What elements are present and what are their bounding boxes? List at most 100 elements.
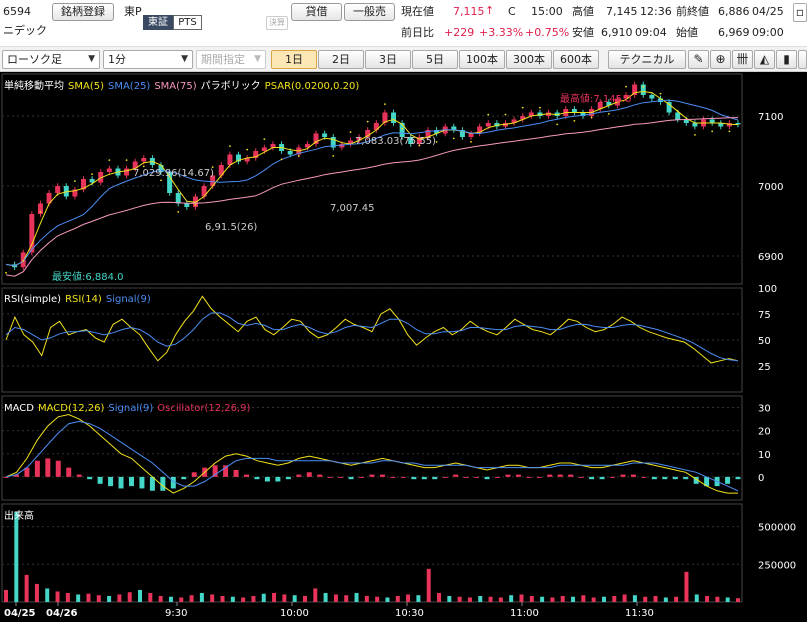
- macd-osc-bar: [620, 474, 626, 477]
- y-tick-price-1: 7000: [758, 182, 783, 193]
- volume-bar: [220, 595, 225, 602]
- legend-rsi-title: RSI(simple): [4, 294, 62, 305]
- macd-osc-bar: [379, 474, 385, 477]
- volume-bar: [34, 583, 39, 602]
- y-tick-price-0: 7100: [758, 112, 783, 123]
- rsi-legend: RSI(simple) RSI(14) Signal(9): [4, 294, 155, 306]
- technical-button[interactable]: テクニカル: [608, 50, 686, 69]
- psar-dot: [452, 137, 455, 140]
- area-chart-icon[interactable]: ◭: [754, 50, 775, 69]
- macd-osc-bar: [139, 476, 145, 489]
- macd-osc-bar: [254, 476, 260, 480]
- current-time: 15:00: [531, 5, 563, 18]
- interval-select[interactable]: 1分 ▼: [103, 50, 193, 69]
- range-1d-button[interactable]: 1日: [271, 50, 317, 69]
- credit-button[interactable]: 貸借: [291, 3, 342, 21]
- volume-bar: [591, 597, 596, 602]
- range-300-button[interactable]: 300本: [506, 50, 552, 69]
- macd-osc-bar: [327, 476, 333, 478]
- candle-body: [175, 193, 181, 204]
- quote-header: 6594 ニデック 銘柄登録 東P 東証 PTS 決算 貸借 一般売 現在値 7…: [0, 0, 807, 46]
- macd-osc-bar: [421, 476, 427, 480]
- macd-osc-bar: [285, 476, 291, 480]
- macd-osc-bar: [536, 476, 542, 478]
- volume-bar: [375, 596, 380, 602]
- window-icon[interactable]: ▫: [793, 3, 807, 22]
- chart-type-select[interactable]: ローソク足 ▼: [2, 50, 100, 69]
- macd-osc-bar: [411, 476, 417, 480]
- tab-tse[interactable]: 東証: [143, 15, 173, 30]
- volume-bar: [457, 596, 462, 602]
- annotation-high: 最高値:7,145.0: [560, 92, 632, 105]
- y-tick-macd-2: 10: [758, 450, 771, 461]
- volume-bar: [302, 595, 307, 602]
- candle-body: [287, 151, 293, 155]
- macd-osc-bar: [474, 476, 480, 478]
- macd-osc-bar: [244, 474, 250, 477]
- volume-bar: [179, 597, 184, 602]
- chart-type-value: ローソク足: [7, 53, 62, 66]
- macd-osc-bar: [275, 476, 281, 482]
- x-tick-label-3: 10:00: [280, 608, 309, 619]
- range-600-button[interactable]: 600本: [553, 50, 599, 69]
- range-100-button[interactable]: 100本: [459, 50, 505, 69]
- period-value: 期間指定: [201, 53, 245, 66]
- macd-osc-bar: [683, 476, 689, 480]
- volume-bar: [643, 596, 648, 602]
- psar-dot: [728, 130, 731, 133]
- general-sell-button[interactable]: 一般売: [344, 3, 395, 21]
- volume-bar: [715, 596, 720, 602]
- macd-osc-bar: [515, 474, 521, 477]
- zoom-icon[interactable]: ⊕: [710, 50, 731, 69]
- period-select[interactable]: 期間指定 ▼: [196, 50, 266, 69]
- chart-area[interactable]: 7100 7000 6900 最高値:7,145.0 最安値:6,884.0 7,029.…: [0, 72, 807, 622]
- current-price-label: 現在値: [401, 5, 434, 18]
- y-tick-macd-3: 0: [758, 473, 764, 484]
- psar-dot: [504, 113, 507, 116]
- psar-dot: [91, 173, 94, 175]
- volume-bar: [364, 595, 369, 602]
- candle-body: [55, 186, 61, 193]
- candle-body: [399, 123, 405, 137]
- range-3d-button[interactable]: 3日: [365, 50, 411, 69]
- change-label: 前日比: [401, 26, 434, 39]
- current-price-flag: C: [508, 5, 516, 18]
- range-5d-button[interactable]: 5日: [412, 50, 458, 69]
- tab-pts[interactable]: PTS: [173, 15, 202, 30]
- volume-legend: 出来高: [4, 511, 38, 523]
- x-tick-label-2: 9:30: [165, 608, 187, 619]
- register-button[interactable]: 銘柄登録: [52, 3, 114, 21]
- candle-body: [391, 112, 397, 123]
- candle-chart-icon[interactable]: 卌: [732, 50, 753, 69]
- volume-bar: [4, 589, 8, 602]
- macd-osc-bar: [317, 474, 323, 477]
- psar-dot: [349, 131, 352, 133]
- candle-body: [485, 123, 491, 127]
- volume-bar: [96, 595, 101, 602]
- volume-bar: [560, 595, 565, 602]
- psar-dot: [676, 110, 679, 112]
- volume-bar: [199, 592, 204, 602]
- volume-bar: [488, 596, 493, 602]
- range-2d-button[interactable]: 2日: [318, 50, 364, 69]
- macd-osc-bar: [359, 476, 365, 478]
- macd-osc-bar: [76, 474, 82, 477]
- psar-dot: [711, 130, 714, 133]
- bar-chart-icon[interactable]: ▮: [776, 50, 797, 69]
- chart-toolbar: ローソク足 ▼ 1分 ▼ 期間指定 ▼ 1日 2日 3日 5日 100本 300…: [0, 46, 807, 72]
- macd-osc-bar: [505, 474, 511, 477]
- chevron-down-icon: ▼: [254, 54, 261, 64]
- annotation-level-2: 7,083.03(75.55): [355, 136, 436, 147]
- macd-osc-bar: [568, 474, 574, 477]
- more-icon[interactable]: [798, 50, 807, 69]
- psar-dot: [73, 180, 76, 182]
- pencil-icon[interactable]: ✎: [688, 50, 709, 69]
- candle-body: [106, 168, 112, 172]
- annotation-level-4: 6,91.5(26): [205, 222, 257, 233]
- x-tick-label-1: 04/26: [46, 608, 78, 619]
- macd-osc-bar: [264, 476, 270, 482]
- candle-body: [632, 84, 638, 95]
- volume-bar: [385, 597, 390, 602]
- y-tick-rsi-1: 75: [758, 310, 771, 321]
- volume-bar: [467, 597, 472, 602]
